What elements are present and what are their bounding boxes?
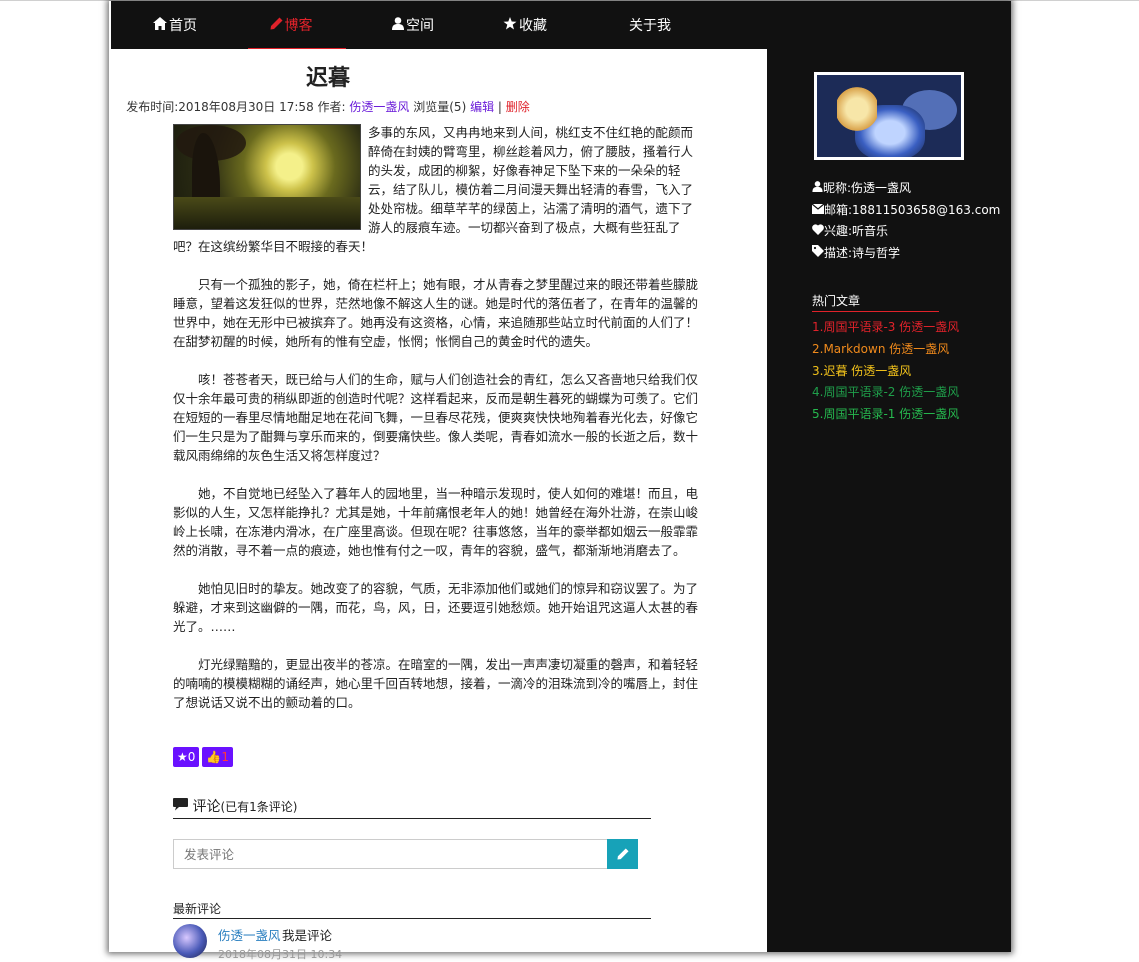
profile-description: 描述:诗与哲学 [812,244,900,261]
commenter-avatar [173,924,207,958]
comment-item: 伤透一盏风 我是评论 2018年08月31日 10:34 [173,924,651,961]
comments-count: (已有1条评论) [220,800,298,814]
profile-email: 邮箱:18811503658@163.com [811,201,1000,218]
top-navbar: 首页 博客 空间 收藏 关于我 [111,1,767,51]
edit-link[interactable]: 编辑 [470,100,494,114]
profile-nickname: 昵称:伤透一盏风 [812,179,911,196]
author-link[interactable]: 伤透一盏风 [349,100,409,114]
like-button[interactable]: 👍1 [202,747,233,767]
hot-article-item[interactable]: 5.周国平语录-1 伤透一盏风 [812,405,959,422]
favorite-button[interactable]: ★0 [173,747,200,767]
hot-article-item[interactable]: 2.Markdown 伤透一盏风 [812,340,949,357]
article-paragraph: 咳！苍苍者天，既已给与人们的生命，赋与人们创造社会的青红，怎么又吝啬地只给我们仅… [173,372,699,463]
nav-favorites[interactable]: 收藏 [469,1,581,49]
nav-blog-label: 博客 [284,18,313,34]
article-meta: 发布时间:2018年08月30日 17:58 作者: 伤透一盏风 浏览量(5) … [0,98,656,115]
profile-avatar [814,72,964,160]
sidebar: 昵称:伤透一盏风 邮箱:18811503658@163.com 兴趣:听音乐 描… [767,1,1011,952]
user-icon [392,16,404,34]
meta-separator: | [497,100,502,114]
user-icon [812,181,823,195]
nav-about-label: 关于我 [629,18,671,34]
hot-article-item[interactable]: 4.周国平语录-2 伤透一盏风 [812,383,959,400]
profile-interest: 兴趣:听音乐 [812,222,888,239]
tag-icon [812,245,824,260]
article-actions: ★0 👍1 [173,747,233,767]
commenter-name[interactable]: 伤透一盏风 [218,925,281,944]
hot-article-item[interactable]: 3.迟暮 伤透一盏风 [812,362,911,379]
nav-home[interactable]: 首页 [119,1,231,49]
envelope-icon [811,203,825,217]
hot-article-item[interactable]: 1.周国平语录-3 伤透一盏风 [812,318,959,335]
comment-form [173,839,638,869]
article-paragraph: 她，不自觉地已经坠入了暮年人的园地里，当一种暗示发现时，使人如何的难堪！而且，电… [173,486,699,558]
comment-time: 2018年08月31日 10:34 [218,948,343,961]
nav-favorites-label: 收藏 [519,18,547,34]
article-image [173,124,361,230]
submit-comment-button[interactable] [607,839,638,869]
article-title: 迟暮 [305,66,350,91]
hot-articles-title: 热门文章 [812,292,939,312]
nav-about[interactable]: 关于我 [594,1,706,49]
heart-icon [812,224,824,238]
star-icon [503,16,517,34]
comment-bubble-icon [173,798,192,815]
comments-header: 评论(已有1条评论) [173,796,651,819]
nav-home-label: 首页 [169,18,197,34]
comment-text: 我是评论 [282,928,333,943]
pencil-icon [616,845,629,864]
article-paragraph: 只有一个孤独的影子，她，倚在栏杆上；她有眼，才从青春之梦里醒过来的眼还带着些朦胧… [173,277,699,349]
nav-space[interactable]: 空间 [357,1,469,49]
article-paragraph: 灯光绿黯黯的，更显出夜半的苍凉。在暗室的一隅，发出一声声凄切凝重的磬声，和着轻轻… [173,657,699,710]
nav-blog[interactable]: 博客 [235,1,347,51]
comment-input[interactable] [173,839,607,869]
article-body: 多事的东风，又冉冉地来到人间，桃红支不住红艳的酡颜而醉倚在封姨的臂弯里，柳丝趁着… [173,123,698,731]
comments-title: 评论 [192,799,221,815]
publish-info: 发布时间:2018年08月30日 17:58 作者: [126,100,346,114]
article-paragraph: 她怕见旧时的挚友。她改变了的容貌，气质，无非添加他们或她们的惊异和窃议罢了。为了… [173,581,699,634]
pencil-icon [270,17,283,34]
home-icon [153,16,167,34]
latest-comments-label: 最新评论 [173,900,651,919]
view-count: 浏览量(5) [413,100,467,114]
article-paragraph: 多事的东风，又冉冉地来到人间，桃红支不住红艳的酡颜而醉倚在封姨的臂弯里，柳丝趁着… [173,124,694,254]
delete-link[interactable]: 删除 [506,100,530,114]
nav-space-label: 空间 [406,18,434,34]
